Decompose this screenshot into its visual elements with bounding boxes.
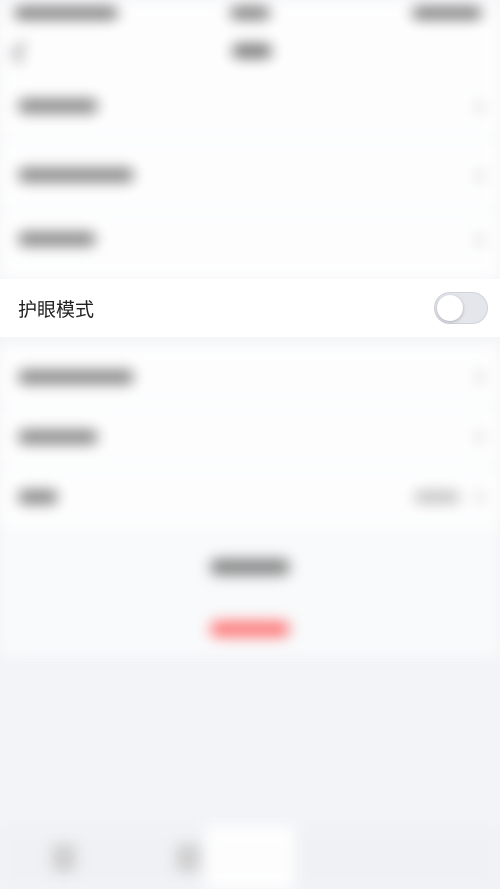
chevron-right-icon bbox=[469, 232, 485, 248]
logout-button[interactable] bbox=[210, 621, 290, 637]
switch-account-button[interactable] bbox=[210, 559, 290, 575]
settings-row[interactable] bbox=[0, 74, 500, 139]
settings-row[interactable] bbox=[0, 138, 500, 211]
settings-row-label bbox=[18, 232, 96, 246]
nav-title bbox=[232, 44, 272, 58]
settings-row-label bbox=[18, 99, 98, 113]
status-time bbox=[230, 7, 270, 19]
chevron-right-icon bbox=[469, 99, 485, 115]
settings-row-value bbox=[414, 491, 460, 503]
account-actions bbox=[0, 526, 500, 656]
eye-protection-mode-toggle[interactable] bbox=[434, 292, 488, 324]
eye-protection-mode-row: 护眼模式 bbox=[0, 279, 500, 337]
settings-row-label bbox=[18, 430, 98, 444]
status-battery-icon bbox=[412, 7, 482, 19]
tab-icon[interactable] bbox=[52, 844, 76, 872]
toggle-knob bbox=[437, 295, 463, 321]
settings-row[interactable] bbox=[0, 406, 500, 467]
settings-screen: 护眼模式 bbox=[0, 0, 500, 889]
settings-row[interactable] bbox=[0, 344, 500, 407]
status-carrier bbox=[14, 7, 118, 19]
settings-row-label bbox=[18, 168, 134, 182]
nav-bar bbox=[0, 28, 500, 74]
eye-protection-mode-label: 护眼模式 bbox=[18, 298, 95, 321]
bottom-tab-bar bbox=[0, 826, 500, 889]
blurred-background bbox=[0, 0, 500, 889]
settings-row[interactable] bbox=[0, 210, 500, 280]
chevron-right-icon bbox=[469, 489, 485, 505]
settings-group-top bbox=[0, 74, 500, 280]
status-bar bbox=[0, 0, 500, 28]
tab-icon[interactable] bbox=[176, 844, 200, 872]
settings-row-label bbox=[18, 490, 58, 504]
tab-panel bbox=[205, 826, 295, 889]
settings-row-label bbox=[18, 370, 134, 384]
back-icon[interactable] bbox=[11, 41, 34, 64]
chevron-right-icon bbox=[469, 168, 485, 184]
chevron-right-icon bbox=[469, 369, 485, 385]
settings-group-bottom bbox=[0, 344, 500, 526]
settings-row[interactable] bbox=[0, 466, 500, 526]
chevron-right-icon bbox=[469, 429, 485, 445]
